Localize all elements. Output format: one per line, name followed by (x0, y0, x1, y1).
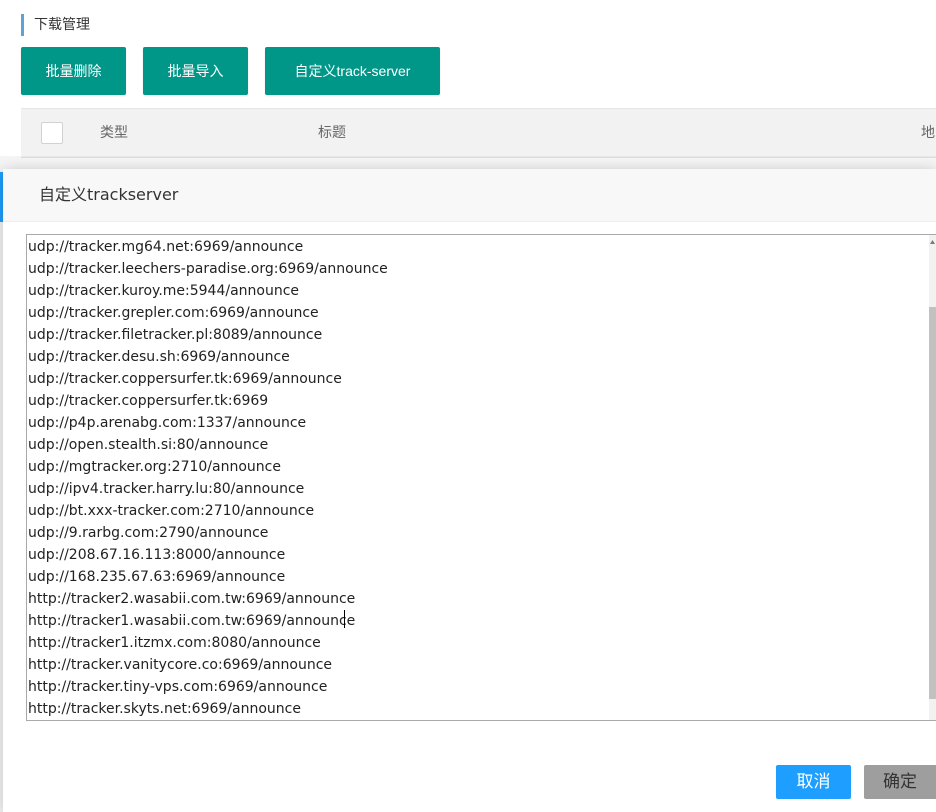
tracker-line: http://tracker1.itzmx.com:8080/announce (28, 635, 321, 651)
dialog-header: 自定义trackserver (3, 169, 936, 222)
column-header-address[interactable]: 地 (921, 109, 935, 157)
text-caret (344, 610, 345, 628)
tracker-line: udp://tracker.coppersurfer.tk:6969 (28, 393, 269, 409)
tracker-line: udp://bt.xxx-tracker.com:2710/announce (28, 503, 315, 519)
select-all-checkbox[interactable] (41, 122, 63, 144)
dialog-title: 自定义trackserver (39, 185, 179, 204)
tracker-line: udp://p4p.arenabg.com:1337/announce (28, 415, 307, 431)
tracker-line: udp://ipv4.tracker.harry.lu:80/announce (28, 481, 305, 497)
tracker-line: udp://208.67.16.113:8000/announce (28, 547, 286, 563)
tracker-line: udp://168.235.67.63:6969/announce (28, 569, 286, 585)
table-header: 类型 标题 地 (21, 108, 936, 158)
tracker-line: udp://mgtracker.org:2710/announce (28, 459, 281, 475)
scrollbar-thumb[interactable] (929, 307, 936, 699)
tracker-line: http://tracker1.wasabii.com.tw:6969/anno… (28, 613, 356, 629)
triangle-up-icon[interactable] (929, 237, 936, 247)
page: 下载管理 批量删除 批量导入 自定义track-server 类型 标题 地 自… (0, 0, 936, 812)
batch-delete-button[interactable]: 批量删除 (21, 47, 126, 95)
tracker-line: udp://tracker.filetracker.pl:8089/announ… (28, 327, 323, 343)
tracker-line: udp://9.rarbg.com:2790/announce (28, 525, 269, 541)
tracker-line: udp://open.stealth.si:80/announce (28, 437, 269, 453)
column-header-title[interactable]: 标题 (318, 109, 346, 157)
tracker-list: udp://tracker.mg64.net:6969/announce udp:… (28, 236, 388, 720)
custom-trackserver-dialog: 自定义trackserver udp://tracker.mg64.net:69… (3, 169, 936, 812)
tracker-line: udp://tracker.mg64.net:6969/announce (28, 239, 304, 255)
tracker-line: udp://tracker.grepler.com:6969/announce (28, 305, 319, 321)
tracker-line: http://tracker.skyts.net:6969/announce (28, 701, 301, 717)
tracker-line: http://tracker.tiny-vps.com:6969/announc… (28, 679, 328, 695)
section-title: 下载管理 (21, 14, 90, 36)
tracker-line: udp://tracker.coppersurfer.tk:6969/annou… (28, 371, 342, 387)
confirm-button[interactable]: 确定 (864, 765, 936, 799)
tracker-line: udp://tracker.desu.sh:6969/announce (28, 349, 290, 365)
tracker-line: http://tracker.vanitycore.co:6969/announ… (28, 657, 333, 673)
cancel-button[interactable]: 取消 (776, 765, 851, 799)
batch-import-button[interactable]: 批量导入 (143, 47, 248, 95)
tracker-line: udp://tracker.leechers-paradise.org:6969… (28, 261, 388, 277)
column-header-type[interactable]: 类型 (100, 109, 128, 157)
tracker-line: http://tracker2.wasabii.com.tw:6969/anno… (28, 591, 356, 607)
tracker-line: udp://tracker.kuroy.me:5944/announce (28, 283, 300, 299)
custom-tracker-server-button[interactable]: 自定义track-server (265, 47, 440, 95)
vertical-scrollbar[interactable] (929, 235, 936, 720)
tracker-list-textarea[interactable]: udp://tracker.mg64.net:6969/announce udp:… (26, 234, 936, 721)
